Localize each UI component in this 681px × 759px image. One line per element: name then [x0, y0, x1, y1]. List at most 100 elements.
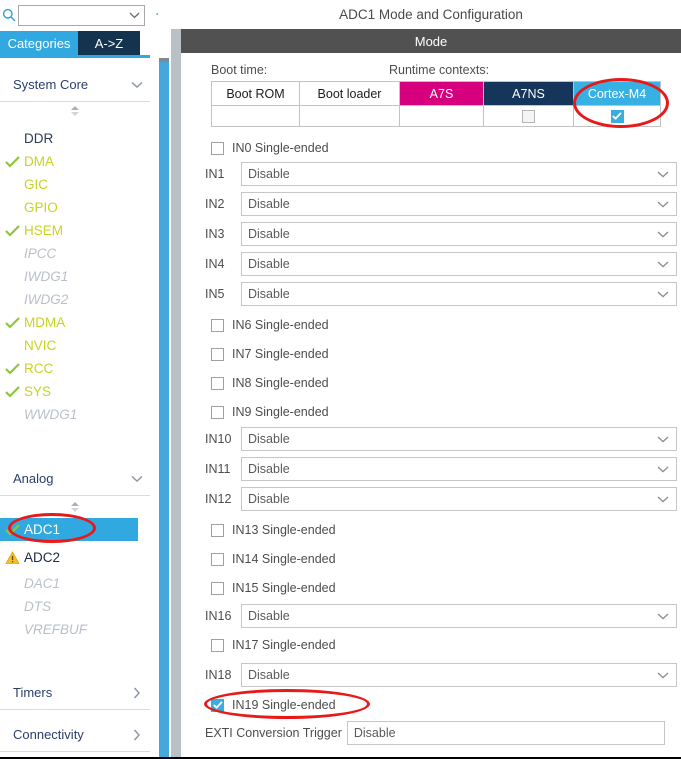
in13-label: IN13 Single-ended: [232, 523, 336, 537]
chevron-down-icon[interactable]: [650, 291, 676, 298]
in5-select[interactable]: Disable: [241, 282, 677, 306]
sidebar-item-nvic[interactable]: NVIC: [0, 334, 138, 357]
in8-checkbox[interactable]: [211, 376, 224, 390]
chevron-down-icon[interactable]: [650, 436, 676, 443]
row-in2[interactable]: IN2 Disable: [205, 192, 677, 216]
in7-checkbox[interactable]: [211, 347, 224, 361]
sidebar-section-connectivity[interactable]: Connectivity: [0, 718, 150, 752]
in1-label: IN1: [205, 167, 225, 181]
row-in8-single-ended[interactable]: IN8 Single-ended: [211, 372, 329, 394]
sidebar-item-gpio[interactable]: GPIO: [0, 196, 138, 219]
row-in3[interactable]: IN3 Disable: [205, 222, 677, 246]
in1-select[interactable]: Disable: [241, 162, 677, 186]
sidebar-item-wwdg1[interactable]: WWDG1: [0, 403, 138, 426]
row-in17-single-ended[interactable]: IN17 Single-ended: [211, 634, 336, 656]
sidebar-item-mdma[interactable]: MDMA: [0, 311, 138, 334]
row-in0-single-ended[interactable]: IN0 Single-ended: [211, 137, 329, 159]
sidebar-item-iwdg1[interactable]: IWDG1: [0, 265, 138, 288]
in16-select[interactable]: Disable: [241, 604, 677, 628]
sidebar-section-system-core[interactable]: System Core: [0, 68, 150, 102]
in18-label: IN18: [205, 668, 232, 682]
row-in11[interactable]: IN11 Disable: [205, 457, 677, 481]
row-in5[interactable]: IN5 Disable: [205, 282, 677, 306]
scroll-up-spinner-system-core[interactable]: [68, 104, 82, 116]
in12-select[interactable]: Disable: [241, 487, 677, 511]
a7ns-checkbox[interactable]: [522, 109, 535, 123]
tab-a-to-z[interactable]: A->Z: [78, 31, 140, 55]
sidebar-scrollbar-thumb[interactable]: [159, 58, 169, 757]
boot-table-header-boot-rom[interactable]: Boot ROM: [212, 82, 300, 106]
sidebar-item-sys[interactable]: SYS: [0, 380, 138, 403]
boot-table-header-cortex-m4[interactable]: Cortex-M4: [574, 82, 660, 106]
in13-checkbox[interactable]: [211, 523, 224, 537]
row-in1[interactable]: IN1 Disable: [205, 162, 677, 186]
sidebar-item-dts[interactable]: DTS: [0, 595, 138, 618]
sidebar-item-rcc[interactable]: RCC: [0, 357, 138, 380]
in0-checkbox[interactable]: [211, 141, 224, 155]
sidebar-section-connectivity-label: Connectivity: [13, 727, 84, 742]
sidebar-item-iwdg2[interactable]: IWDG2: [0, 288, 138, 311]
sidebar-item-ipcc[interactable]: IPCC: [0, 242, 138, 265]
status-icon-none: [0, 334, 24, 357]
row-in9-single-ended[interactable]: IN9 Single-ended: [211, 401, 329, 423]
boot-table-header-a7s[interactable]: A7S: [400, 82, 484, 106]
row-in19-single-ended[interactable]: IN19 Single-ended: [211, 694, 336, 716]
chevron-down-icon[interactable]: [650, 496, 676, 503]
sidebar-item-hsem-label: HSEM: [24, 223, 64, 238]
chevron-down-icon[interactable]: [650, 171, 676, 178]
sidebar-section-timers[interactable]: Timers: [0, 676, 150, 710]
row-in13-single-ended[interactable]: IN13 Single-ended: [211, 519, 336, 541]
sidebar-section-analog[interactable]: Analog: [0, 462, 150, 496]
in6-checkbox[interactable]: [211, 318, 224, 332]
row-in7-single-ended[interactable]: IN7 Single-ended: [211, 343, 329, 365]
in17-checkbox[interactable]: [211, 638, 224, 652]
row-in14-single-ended[interactable]: IN14 Single-ended: [211, 548, 336, 570]
chevron-down-icon[interactable]: [650, 261, 676, 268]
sidebar-item-vrefbuf[interactable]: VREFBUF: [0, 618, 138, 641]
in19-checkbox[interactable]: [211, 698, 224, 712]
in10-select[interactable]: Disable: [241, 427, 677, 451]
sidebar-item-dac1-label: DAC1: [24, 576, 61, 591]
row-in18[interactable]: IN18 Disable: [205, 663, 677, 687]
boot-table-header-boot-loader[interactable]: Boot loader: [300, 82, 400, 106]
chevron-down-icon[interactable]: [650, 231, 676, 238]
sidebar-item-dac1[interactable]: DAC1: [0, 572, 138, 595]
sidebar-item-ddr[interactable]: DDR: [0, 127, 138, 150]
boot-table-cell-cortex-m4[interactable]: [574, 106, 660, 126]
chevron-down-icon[interactable]: [124, 6, 144, 25]
in3-select[interactable]: Disable: [241, 222, 677, 246]
boot-table-cell-a7ns[interactable]: [484, 106, 574, 126]
sidebar-item-hsem[interactable]: HSEM: [0, 219, 138, 242]
in14-checkbox[interactable]: [211, 552, 224, 566]
row-in15-single-ended[interactable]: IN15 Single-ended: [211, 577, 336, 599]
sidebar-item-adc1[interactable]: ADC1: [0, 518, 138, 541]
chevron-down-icon[interactable]: [650, 201, 676, 208]
in11-select[interactable]: Disable: [241, 457, 677, 481]
sidebar-item-gic[interactable]: GIC: [0, 173, 138, 196]
chevron-down-icon[interactable]: [650, 466, 676, 473]
row-in4[interactable]: IN4 Disable: [205, 252, 677, 276]
sidebar-item-dma[interactable]: DMA: [0, 150, 138, 173]
tab-categories[interactable]: Categories: [0, 31, 78, 55]
sidebar-item-iwdg1-label: IWDG1: [24, 269, 69, 284]
cortex-m4-checkbox[interactable]: [610, 109, 624, 123]
exti-conversion-trigger-select[interactable]: Disable: [346, 721, 665, 745]
in4-select[interactable]: Disable: [241, 252, 677, 276]
sidebar-item-adc2[interactable]: ADC2: [0, 546, 138, 569]
chevron-down-icon[interactable]: [650, 672, 676, 679]
panel-splitter[interactable]: [171, 0, 181, 757]
row-in6-single-ended[interactable]: IN6 Single-ended: [211, 314, 329, 336]
gear-icon[interactable]: [155, 5, 158, 23]
row-in16[interactable]: IN16 Disable: [205, 604, 677, 628]
in9-checkbox[interactable]: [211, 405, 224, 419]
row-in12[interactable]: IN12 Disable: [205, 487, 677, 511]
row-exti-conversion-trigger[interactable]: EXTI Conversion Trigger Disable: [205, 721, 665, 745]
scroll-up-spinner-analog[interactable]: [68, 500, 82, 512]
in15-checkbox[interactable]: [211, 581, 224, 595]
in18-select[interactable]: Disable: [241, 663, 677, 687]
chevron-down-icon[interactable]: [650, 613, 676, 620]
boot-table-header-a7ns[interactable]: A7NS: [484, 82, 574, 106]
search-input[interactable]: [18, 4, 145, 26]
row-in10[interactable]: IN10 Disable: [205, 427, 677, 451]
in2-select[interactable]: Disable: [241, 192, 677, 216]
